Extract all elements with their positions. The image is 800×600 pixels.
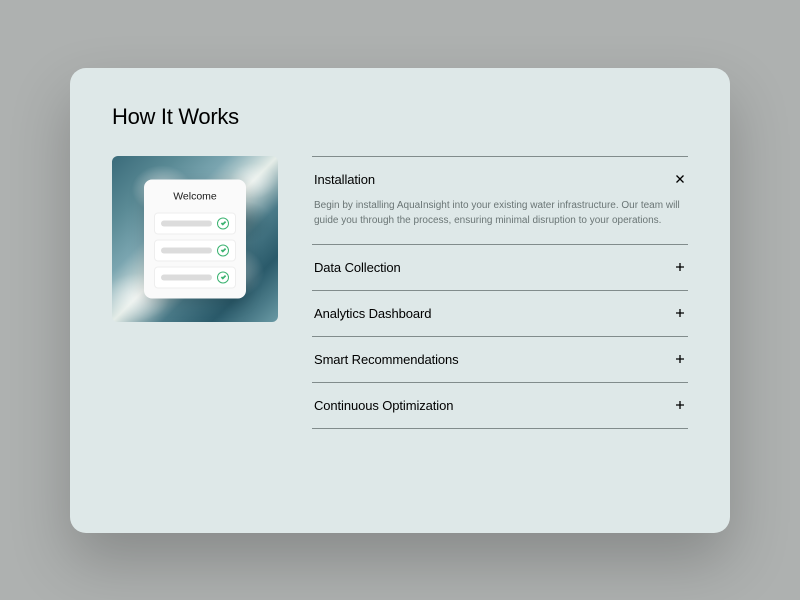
accordion-header-optimization[interactable]: Continuous Optimization [312,383,688,428]
progress-bar [161,247,212,253]
accordion-header-analytics[interactable]: Analytics Dashboard [312,291,688,336]
section-title: How It Works [112,104,688,130]
check-icon [217,271,229,283]
accordion-item-optimization: Continuous Optimization [312,382,688,429]
progress-bar [161,274,212,280]
close-icon [674,173,686,185]
accordion: Installation Begin by installing AquaIns… [312,156,688,429]
accordion-label: Smart Recommendations [314,352,459,367]
welcome-card-title: Welcome [154,190,236,202]
progress-bar [161,220,212,226]
accordion-header-recommendations[interactable]: Smart Recommendations [312,337,688,382]
accordion-label: Analytics Dashboard [314,306,431,321]
illustration-image: Welcome [112,156,278,322]
welcome-card: Welcome [144,179,246,298]
accordion-item-recommendations: Smart Recommendations [312,336,688,382]
check-icon [217,217,229,229]
accordion-body: Begin by installing AquaInsight into you… [312,198,688,244]
welcome-checklist-item [154,266,236,288]
plus-icon [674,261,686,273]
accordion-label: Installation [314,172,375,187]
accordion-label: Continuous Optimization [314,398,453,413]
accordion-label: Data Collection [314,260,401,275]
accordion-item-analytics: Analytics Dashboard [312,290,688,336]
how-it-works-card: How It Works Welcome [70,68,730,533]
accordion-header-data-collection[interactable]: Data Collection [312,245,688,290]
plus-icon [674,353,686,365]
accordion-item-data-collection: Data Collection [312,244,688,290]
plus-icon [674,307,686,319]
check-icon [217,244,229,256]
welcome-checklist-item [154,212,236,234]
content-row: Welcome [112,156,688,429]
accordion-header-installation[interactable]: Installation [312,157,688,202]
plus-icon [674,399,686,411]
accordion-item-installation: Installation Begin by installing AquaIns… [312,156,688,244]
welcome-checklist-item [154,239,236,261]
